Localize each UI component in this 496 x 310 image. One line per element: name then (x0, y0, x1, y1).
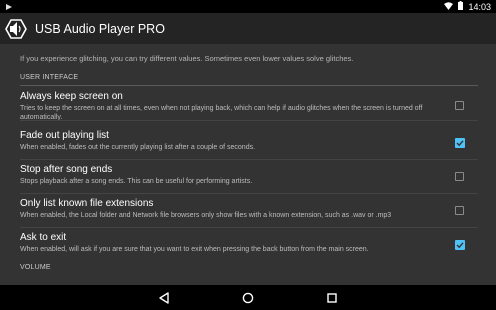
pref-fade-out-playing-list[interactable]: Fade out playing list When enabled, fade… (0, 126, 496, 160)
settings-list[interactable]: If you experience glitching, you can try… (0, 44, 496, 285)
pref-title: Always keep screen on (20, 91, 123, 102)
pref-title: Fade out playing list (20, 130, 109, 141)
section-header-volume: VOLUME (20, 264, 51, 271)
pref-summary: When enabled, fades out the currently pl… (20, 144, 256, 151)
divider (20, 120, 478, 121)
section-header-user-interface: USER INTEFACE (20, 74, 79, 81)
pref-stop-after-song-ends[interactable]: Stop after song ends Stops playback afte… (0, 160, 496, 194)
battery-icon (458, 1, 464, 12)
pref-summary: When enabled, the Local folder and Netwo… (20, 212, 392, 219)
pref-only-list-known-extensions[interactable]: Only list known file extensions When ena… (0, 194, 496, 228)
app-title: USB Audio Player PRO (35, 21, 165, 36)
usb-audio-logo-icon[interactable] (4, 17, 28, 41)
keep-screen-on-checkbox[interactable] (455, 101, 464, 110)
clock: 14:03 (468, 1, 491, 12)
pref-title: Ask to exit (20, 232, 67, 243)
section-divider (20, 85, 478, 86)
recents-icon[interactable] (325, 291, 339, 305)
pref-summary: Stops playback after a song ends. This c… (20, 178, 253, 185)
pref-always-keep-screen-on[interactable]: Always keep screen on Tries to keep the … (0, 87, 496, 121)
pref-ask-to-exit[interactable]: Ask to exit When enabled, will ask if yo… (0, 228, 496, 262)
wifi-icon (444, 1, 454, 12)
pref-summary: When enabled, will ask if you are sure t… (20, 246, 369, 253)
pref-title: Stop after song ends (20, 164, 113, 175)
stop-after-song-checkbox[interactable] (455, 172, 464, 181)
app-bar: USB Audio Player PRO (0, 13, 496, 44)
back-icon[interactable] (157, 291, 171, 305)
known-extensions-checkbox[interactable] (455, 206, 464, 215)
partial-summary-text: If you experience glitching, you can try… (20, 54, 354, 63)
navigation-bar (0, 285, 496, 310)
status-bar: 14:03 (0, 0, 496, 13)
ask-to-exit-checkbox[interactable] (455, 240, 465, 250)
pref-title: Only list known file extensions (20, 198, 154, 209)
fade-out-checkbox[interactable] (455, 138, 465, 148)
home-icon[interactable] (241, 291, 255, 305)
play-notification-icon (6, 3, 12, 10)
